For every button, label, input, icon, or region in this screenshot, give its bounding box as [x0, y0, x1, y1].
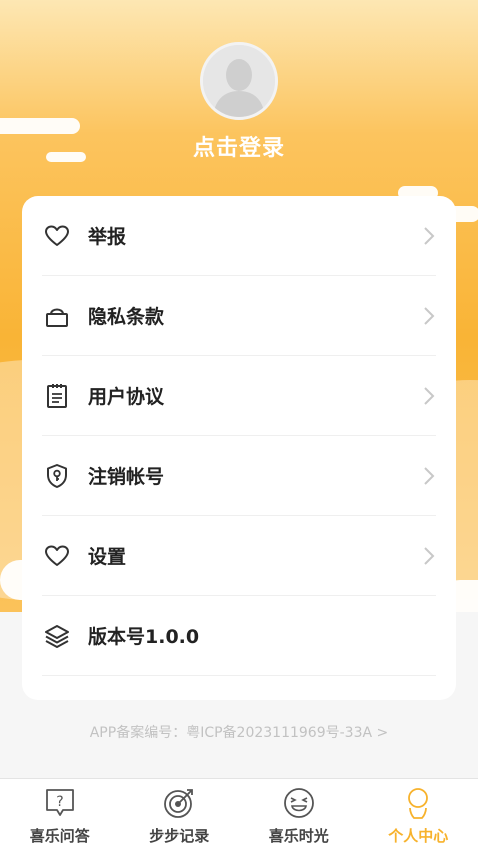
tab-label: 喜乐时光 [268, 827, 329, 845]
chevron-right-icon [424, 467, 435, 485]
menu-item-settings[interactable]: 设置 [42, 516, 436, 596]
tab-label: 喜乐问答 [29, 827, 90, 845]
version-label: 版本号1.0.0 [88, 626, 200, 648]
chevron-right-icon [424, 227, 435, 245]
heart-icon [42, 541, 72, 571]
menu-item-version: 版本号1.0.0 [42, 596, 436, 676]
tab-label: 个人中心 [388, 827, 449, 845]
laughing-face-icon [282, 786, 316, 820]
chevron-right-icon [424, 307, 435, 325]
menu-item-user-agreement[interactable]: 用户协议 [42, 356, 436, 436]
avatar[interactable] [200, 42, 278, 120]
login-link[interactable]: 点击登录 [0, 130, 478, 162]
shield-key-icon [42, 461, 72, 491]
svg-text:?: ? [56, 794, 63, 810]
menu-item-label: 隐私条款 [88, 306, 165, 328]
menu-item-privacy[interactable]: 隐私条款 [42, 276, 436, 356]
menu-item-label: 注销帐号 [88, 466, 165, 488]
tab-records[interactable]: 步步记录 [120, 779, 240, 850]
tab-label: 步步记录 [149, 827, 210, 845]
tab-profile[interactable]: 个人中心 [359, 779, 478, 850]
menu-item-label: 用户协议 [88, 386, 165, 408]
menu-item-report[interactable]: 举报 [42, 196, 436, 276]
menu-item-delete-account[interactable]: 注销帐号 [42, 436, 436, 516]
tab-happy-time[interactable]: 喜乐时光 [239, 779, 359, 850]
target-arrow-icon [162, 786, 196, 820]
lock-icon [42, 301, 72, 331]
menu-item-label: 设置 [88, 546, 127, 568]
question-chat-icon: ? [43, 786, 77, 820]
chevron-right-icon [424, 547, 435, 565]
chevron-right-icon [424, 387, 435, 405]
heart-icon [42, 221, 72, 251]
default-user-avatar-icon [203, 45, 275, 117]
menu-card: 举报 隐私条款 用户协议 注销帐号 设置 版本号1.0.0 [22, 196, 456, 700]
tab-qa[interactable]: ? 喜乐问答 [0, 779, 120, 850]
person-icon [401, 786, 435, 820]
icp-record-link[interactable]: APP备案编号：粤ICP备2023111969号-33A > [0, 722, 478, 742]
layers-icon [42, 621, 72, 651]
menu-item-label: 举报 [88, 226, 127, 248]
bottom-tab-bar: ? 喜乐问答 步步记录 喜乐时光 个人中心 [0, 778, 478, 850]
clipboard-icon [42, 381, 72, 411]
